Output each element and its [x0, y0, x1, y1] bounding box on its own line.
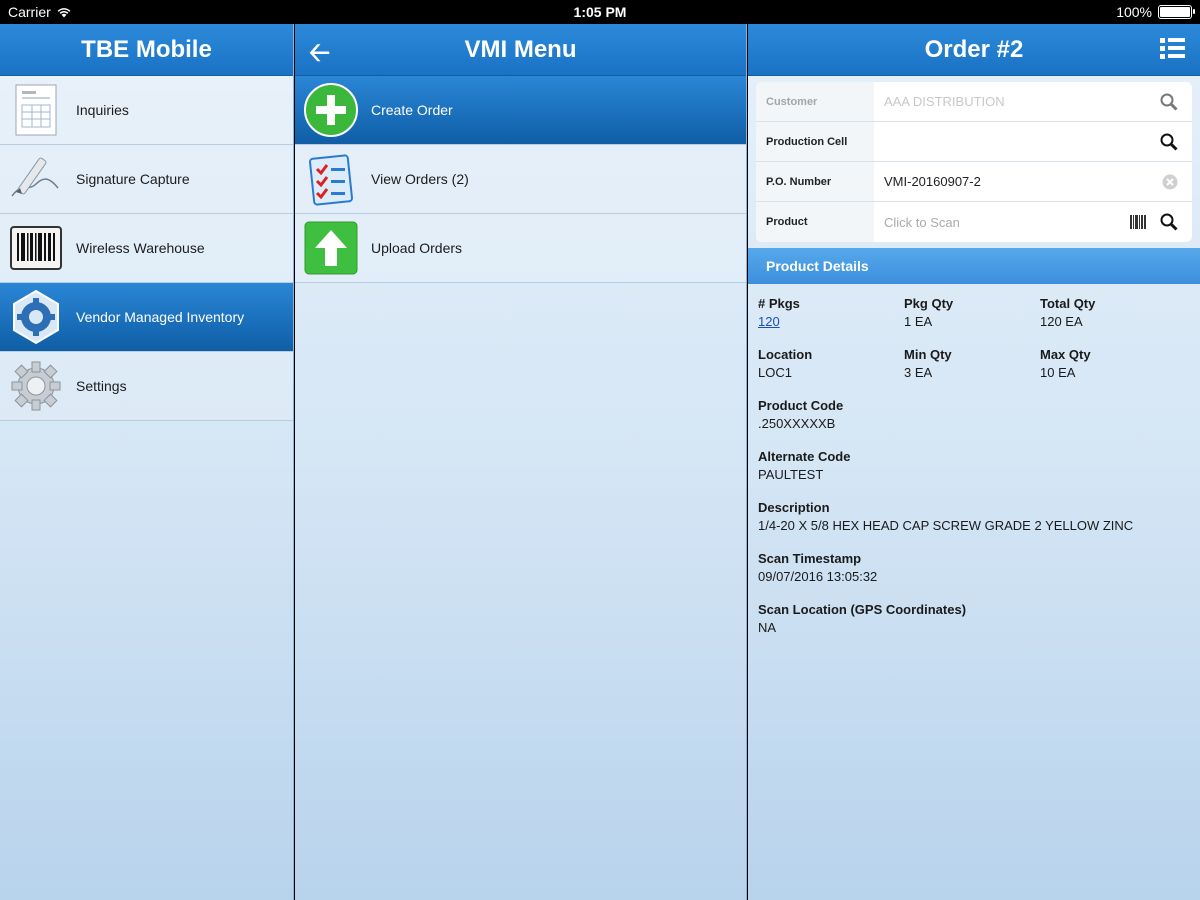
main-menu-navbar: TBE Mobile	[0, 24, 293, 76]
vmi-item-create-order[interactable]: Create Order	[295, 76, 746, 145]
menu-item-label: Wireless Warehouse	[76, 240, 205, 256]
vmi-menu-pane: 🡠 VMI Menu Create Order View Orders (2) …	[295, 24, 747, 900]
vmi-item-upload-orders[interactable]: Upload Orders	[295, 214, 746, 283]
menu-item-settings[interactable]: Settings	[0, 352, 293, 421]
scan-timestamp-block: Scan Timestamp 09/07/2016 13:05:32	[758, 551, 1190, 584]
menu-item-label: Inquiries	[76, 102, 129, 118]
list-menu-icon[interactable]	[1160, 36, 1186, 60]
menu-item-label: Vendor Managed Inventory	[76, 309, 245, 325]
product-row: Product Click to Scan	[756, 202, 1192, 242]
po-number-field[interactable]: VMI-20160907-2	[874, 174, 1162, 189]
battery-percent: 100%	[1116, 4, 1152, 20]
pkg-qty-label: Pkg Qty	[904, 296, 954, 311]
main-menu-pane: TBE Mobile Inquiries Signature Capture W…	[0, 24, 294, 900]
description-block: Description 1/4-20 X 5/8 HEX HEAD CAP SC…	[758, 500, 1190, 533]
order-form: Customer AAA DISTRIBUTION Production Cel…	[756, 82, 1192, 242]
main-menu-title: TBE Mobile	[81, 35, 212, 63]
description-label: Description	[758, 500, 830, 515]
min-qty-value: 3 EA	[904, 365, 933, 380]
battery-icon	[1158, 5, 1195, 19]
vmi-item-label: Create Order	[371, 102, 453, 118]
max-qty-value: 10 EA	[1040, 365, 1076, 380]
menu-item-label: Signature Capture	[76, 171, 190, 187]
description-value: 1/4-20 X 5/8 HEX HEAD CAP SCREW GRADE 2 …	[758, 518, 1134, 533]
clear-icon[interactable]	[1162, 174, 1178, 190]
order-title: Order #2	[924, 35, 1024, 63]
checklist-icon	[301, 149, 361, 209]
vmi-item-label: View Orders (2)	[371, 171, 469, 187]
product-details-header: Product Details	[748, 248, 1200, 284]
search-icon[interactable]	[1160, 133, 1178, 151]
customer-row: Customer AAA DISTRIBUTION	[756, 82, 1192, 122]
scan-location-block: Scan Location (GPS Coordinates) NA	[758, 602, 1190, 635]
total-qty-value: 120 EA	[1040, 314, 1083, 329]
barcode-scan-icon[interactable]	[1130, 215, 1146, 229]
vmi-item-label: Upload Orders	[371, 240, 463, 256]
customer-label: Customer	[756, 82, 874, 121]
production-cell-row: Production Cell	[756, 122, 1192, 162]
status-bar: Carrier 1:05 PM 100%	[0, 0, 1200, 24]
location-value: LOC1	[758, 365, 792, 380]
gear-icon	[6, 356, 66, 416]
scan-timestamp-label: Scan Timestamp	[758, 551, 862, 566]
vmi-gear-icon	[6, 287, 66, 347]
max-qty-label: Max Qty	[1040, 347, 1091, 362]
menu-item-inquiries[interactable]: Inquiries	[0, 76, 293, 145]
back-arrow-icon[interactable]: 🡠	[309, 34, 330, 78]
alternate-code-block: Alternate Code PAULTEST	[758, 449, 1190, 482]
order-pane: Order #2 Customer AAA DISTRIBUTION Produ…	[748, 24, 1200, 900]
menu-item-label: Settings	[76, 378, 127, 394]
scan-timestamp-value: 09/07/2016 13:05:32	[758, 569, 878, 584]
po-number-row: P.O. Number VMI-20160907-2	[756, 162, 1192, 202]
search-icon[interactable]	[1160, 213, 1178, 231]
product-details: # Pkgs 120 Pkg Qty 1 EA Total Qty 120 EA…	[748, 284, 1200, 665]
scan-location-label: Scan Location (GPS Coordinates)	[758, 602, 967, 617]
menu-item-wireless-warehouse[interactable]: Wireless Warehouse	[0, 214, 293, 283]
product-code-value: .250XXXXXB	[758, 416, 836, 431]
po-number-label: P.O. Number	[756, 162, 874, 201]
signature-pen-icon	[6, 149, 66, 209]
total-qty-label: Total Qty	[1040, 296, 1096, 311]
search-icon[interactable]	[1160, 93, 1178, 111]
pkg-qty-value: 1 EA	[904, 314, 933, 329]
customer-field[interactable]: AAA DISTRIBUTION	[874, 94, 1160, 109]
product-scan-field[interactable]: Click to Scan	[874, 215, 1130, 230]
alternate-code-label: Alternate Code	[758, 449, 851, 464]
alternate-code-value: PAULTEST	[758, 467, 824, 482]
barcode-icon	[6, 218, 66, 278]
scan-location-value: NA	[758, 620, 777, 635]
location-label: Location	[758, 347, 813, 362]
location-row: Location LOC1 Min Qty 3 EA Max Qty 10 EA	[758, 347, 1190, 380]
min-qty-label: Min Qty	[904, 347, 952, 362]
battery-indicator: 100%	[1116, 4, 1195, 20]
clock: 1:05 PM	[573, 4, 627, 20]
product-code-label: Product Code	[758, 398, 844, 413]
plus-circle-icon	[301, 80, 361, 140]
vmi-menu-navbar: 🡠 VMI Menu	[295, 24, 746, 76]
vmi-menu-title: VMI Menu	[464, 35, 577, 63]
upload-arrow-icon	[301, 218, 361, 278]
menu-item-signature-capture[interactable]: Signature Capture	[0, 145, 293, 214]
product-label: Product	[756, 202, 874, 242]
pkgs-label: # Pkgs	[758, 296, 800, 311]
product-code-block: Product Code .250XXXXXB	[758, 398, 1190, 431]
production-cell-label: Production Cell	[756, 122, 874, 161]
menu-item-vendor-managed-inventory[interactable]: Vendor Managed Inventory	[0, 283, 293, 352]
qty-row: # Pkgs 120 Pkg Qty 1 EA Total Qty 120 EA	[758, 296, 1190, 329]
vmi-item-view-orders[interactable]: View Orders (2)	[295, 145, 746, 214]
document-icon	[6, 80, 66, 140]
pkgs-link[interactable]: 120	[758, 314, 904, 329]
order-navbar: Order #2	[748, 24, 1200, 76]
